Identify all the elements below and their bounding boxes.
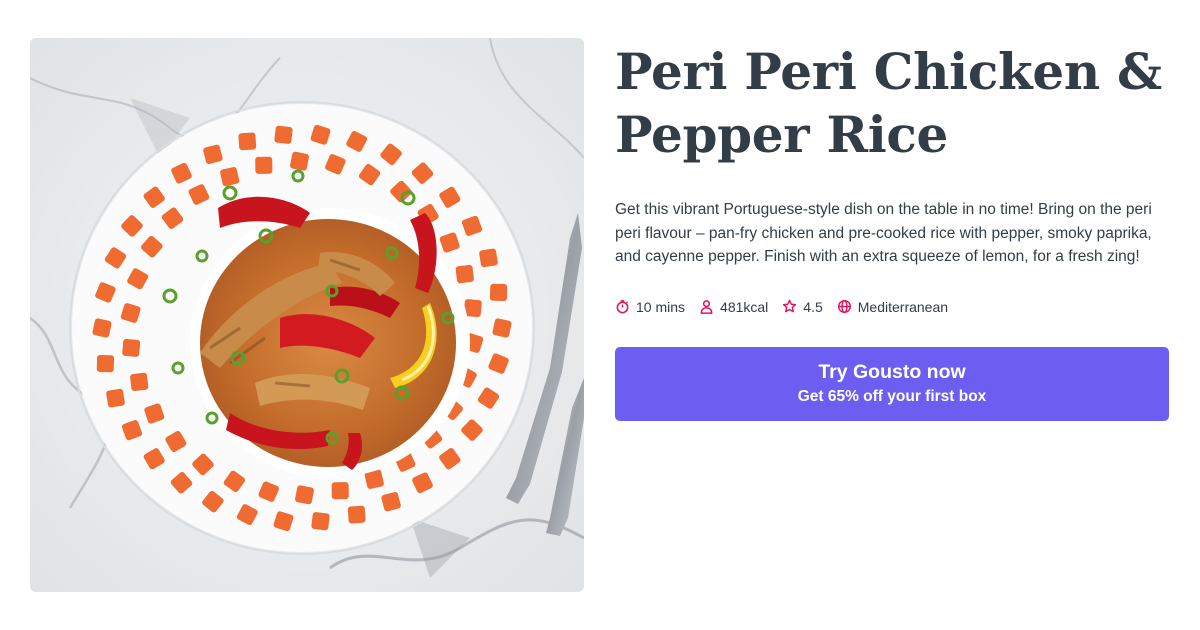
person-icon <box>700 300 713 314</box>
recipe-meta: 10 mins 481kcal 4.5 Mediterranean <box>615 299 1170 315</box>
plate-pattern-square <box>479 248 498 268</box>
meta-cuisine-text: Mediterranean <box>857 298 949 315</box>
plate-pattern-square <box>489 283 508 302</box>
plate-pattern-square <box>295 485 314 505</box>
plate-pattern-square <box>290 151 309 171</box>
recipe-photo-illustration <box>30 38 584 592</box>
meta-rating-text: 4.5 <box>803 298 823 315</box>
plate-pattern-square <box>347 505 366 524</box>
recipe-title: Peri Peri Chicken & Pepper Rice <box>615 42 1162 164</box>
meta-calories: 481kcal <box>699 299 768 315</box>
plate-pattern-square <box>274 125 293 144</box>
plate-pattern-square <box>92 318 112 338</box>
plate-pattern-square <box>238 132 257 151</box>
meta-cook-time: 10 mins <box>615 299 685 315</box>
recipe-details: Peri Peri Chicken & Pepper Rice Get this… <box>615 38 1170 421</box>
plate-pattern-square <box>492 318 512 338</box>
plate-pattern-square <box>130 372 149 392</box>
cta-subtitle: Get 65% off your first box <box>797 388 987 405</box>
plate-pattern-square <box>455 264 474 284</box>
plate-pattern-square <box>122 338 141 357</box>
plate-pattern-square <box>311 512 330 531</box>
plate-pattern-square <box>255 156 273 174</box>
cta-title: Try Gousto now <box>818 361 966 383</box>
recipe-image <box>30 38 584 592</box>
plate-pattern-square <box>331 482 349 500</box>
plate-pattern-square <box>106 388 125 408</box>
meta-rating: 4.5 <box>782 298 823 315</box>
globe-icon <box>837 299 851 314</box>
star-icon <box>783 299 797 313</box>
meta-cook-time-text: 10 mins <box>636 298 686 315</box>
meta-calories-text: 481kcal <box>720 298 769 315</box>
recipe-description: Get this vibrant Portuguese-style dish o… <box>615 201 1152 265</box>
try-gousto-button[interactable]: Try Gousto now Get 65% off your first bo… <box>615 347 1169 421</box>
meta-cuisine: Mediterranean <box>837 299 948 315</box>
plate-pattern-square <box>96 354 115 373</box>
timer-icon <box>616 300 629 314</box>
